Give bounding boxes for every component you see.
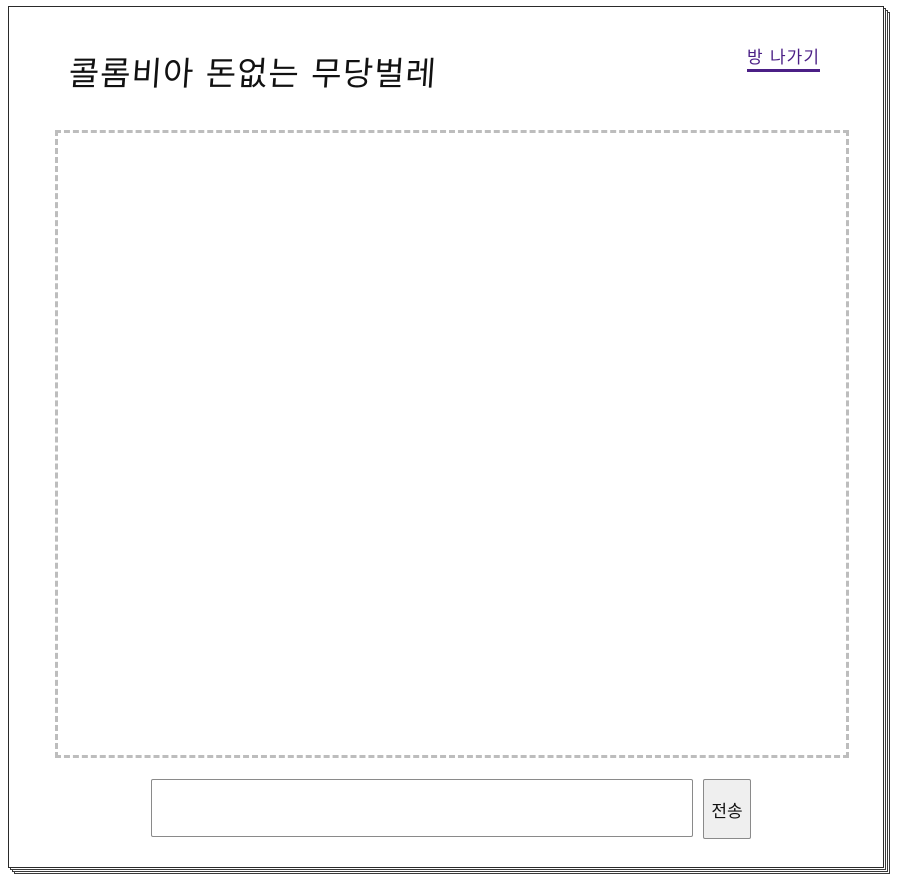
message-input[interactable] <box>151 779 693 837</box>
send-button[interactable]: 전송 <box>703 779 751 839</box>
main-panel: 콜롬비아 돈없는 무당벌레 방 나가기 전송 <box>8 6 884 868</box>
paper-stack: 콜롬비아 돈없는 무당벌레 방 나가기 전송 <box>8 6 890 874</box>
chat-message-area[interactable] <box>55 130 849 758</box>
page-title: 콜롬비아 돈없는 무당벌레 <box>67 54 439 93</box>
leave-room-link[interactable]: 방 나가기 <box>747 43 820 72</box>
